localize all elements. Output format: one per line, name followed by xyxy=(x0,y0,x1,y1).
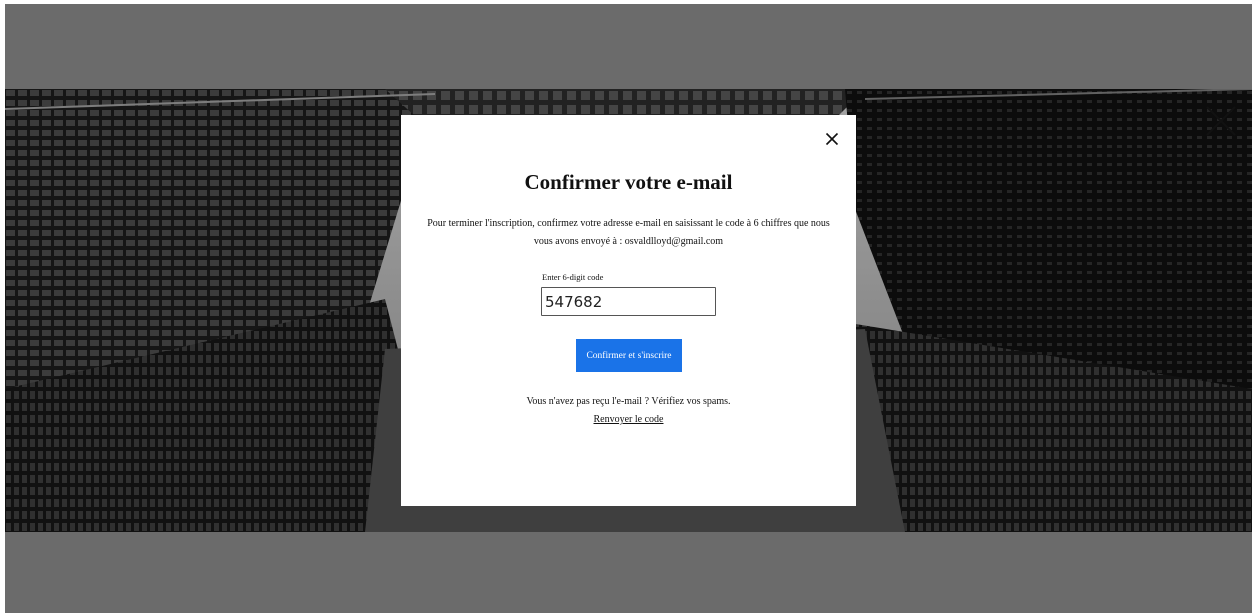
confirm-email-dialog: Confirmer votre e-mail Pour terminer l'i… xyxy=(401,115,856,506)
close-icon xyxy=(825,132,839,146)
resend-prompt-text: Vous n'avez pas reçu l'e-mail ? Vérifiez… xyxy=(526,396,731,407)
verification-code-input[interactable] xyxy=(541,287,716,316)
dialog-title: Confirmer votre e-mail xyxy=(524,170,733,194)
code-field-label: Enter 6-digit code xyxy=(542,272,604,282)
overlay-close-button[interactable] xyxy=(1203,103,1239,139)
confirm-signup-button[interactable]: Confirmer et s'inscrire xyxy=(576,339,682,372)
close-icon xyxy=(1206,106,1236,136)
resend-code-link[interactable]: Renvoyer le code xyxy=(594,414,664,425)
page-backdrop: Confirmer votre e-mail Pour terminer l'i… xyxy=(0,0,1252,613)
resend-link-container: Renvoyer le code xyxy=(401,414,856,425)
page-edge-top xyxy=(0,0,1252,4)
dialog-description: Pour terminer l'inscription, confirmez v… xyxy=(427,218,830,247)
dialog-close-button[interactable] xyxy=(825,132,839,146)
